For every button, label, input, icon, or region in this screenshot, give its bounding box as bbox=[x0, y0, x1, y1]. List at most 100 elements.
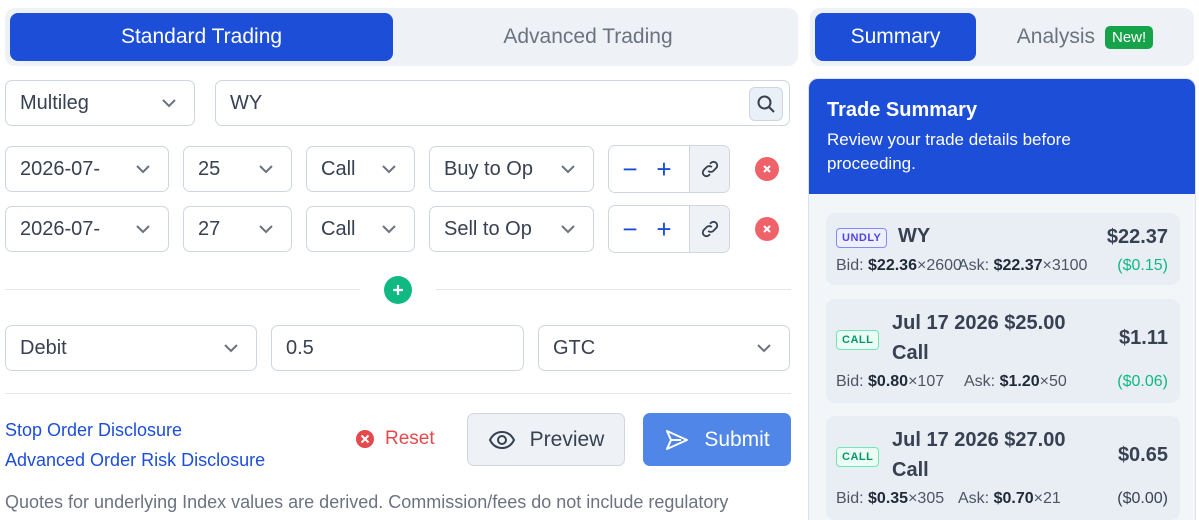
summary-tabs: Summary Analysis New! bbox=[810, 8, 1194, 66]
leg1-expiry-value: 2026-07- bbox=[20, 157, 101, 180]
plus-button[interactable]: + bbox=[651, 206, 677, 252]
leg2-price: $0.65 bbox=[1117, 444, 1168, 466]
close-icon bbox=[763, 165, 771, 173]
link-icon[interactable] bbox=[689, 206, 729, 252]
price-type-select[interactable]: Debit bbox=[5, 325, 257, 371]
trading-mode-tabs: Standard Trading Advanced Trading bbox=[5, 8, 798, 66]
trade-summary-subtitle: Review your trade details before proceed… bbox=[827, 130, 1071, 173]
tab-summary[interactable]: Summary bbox=[815, 13, 976, 61]
price-type-value: Debit bbox=[20, 336, 67, 359]
leg2-type-select[interactable]: Call bbox=[306, 206, 415, 252]
reset-label: Reset bbox=[385, 428, 435, 449]
chevron-down-icon bbox=[134, 220, 152, 238]
reset-button[interactable]: Reset bbox=[355, 428, 435, 450]
leg1-ask: Ask: $1.20×50 bbox=[964, 373, 1067, 390]
undly-tag: UNDLY bbox=[836, 228, 888, 248]
underlying-change: ($0.15) bbox=[1117, 257, 1168, 274]
preview-label: Preview bbox=[529, 427, 605, 451]
reset-icon bbox=[356, 430, 374, 448]
duration-value: GTC bbox=[553, 336, 596, 359]
divider bbox=[5, 289, 360, 290]
call-tag: CALL bbox=[836, 447, 880, 467]
leg2-expiry-value: 2026-07- bbox=[20, 217, 101, 240]
leg1-expiry-select[interactable]: 2026-07- bbox=[5, 146, 169, 192]
chevron-down-icon bbox=[257, 160, 275, 178]
chevron-down-icon bbox=[160, 94, 178, 112]
trade-summary-title: Trade Summary bbox=[827, 99, 978, 121]
divider bbox=[436, 289, 791, 290]
remove-leg1-button[interactable] bbox=[755, 157, 779, 181]
link-icon[interactable] bbox=[689, 146, 729, 192]
leg2-change: ($0.00) bbox=[1117, 490, 1168, 507]
trade-summary-header: Trade Summary Review your trade details … bbox=[809, 79, 1195, 194]
leg2-action-select[interactable]: Sell to Op bbox=[429, 206, 594, 252]
chevron-down-icon bbox=[755, 339, 773, 357]
chevron-down-icon bbox=[222, 339, 240, 357]
trade-summary-panel: Trade Summary Review your trade details … bbox=[808, 78, 1196, 520]
tab-analysis[interactable]: Analysis New! bbox=[1000, 13, 1170, 61]
leg1-strike-select[interactable]: 25 bbox=[183, 146, 292, 192]
close-icon bbox=[763, 225, 771, 233]
preview-button[interactable]: Preview bbox=[467, 413, 625, 466]
summary-card-leg2: CALL Jul 17 2026 $27.00 Call $0.65 Bid: $… bbox=[826, 416, 1180, 520]
leg2-ask: Ask: $0.70×21 bbox=[958, 490, 1061, 507]
remove-leg2-button[interactable] bbox=[755, 217, 779, 241]
tab-analysis-label: Analysis bbox=[1016, 25, 1095, 48]
leg1-type-select[interactable]: Call bbox=[306, 146, 415, 192]
stop-order-disclosure-link[interactable]: Stop Order Disclosure bbox=[5, 420, 182, 441]
chevron-down-icon bbox=[134, 160, 152, 178]
summary-card-leg1: CALL Jul 17 2026 $25.00 Call $1.11 Bid: $… bbox=[826, 299, 1180, 403]
minus-button[interactable]: − bbox=[609, 146, 651, 192]
leg2-action-value: Sell to Op bbox=[444, 217, 532, 240]
leg1-change: ($0.06) bbox=[1117, 373, 1168, 390]
leg1-price: $1.11 bbox=[1119, 327, 1168, 349]
underlying-symbol: WY bbox=[898, 225, 931, 247]
leg1-action-select[interactable]: Buy to Op bbox=[429, 146, 594, 192]
duration-select[interactable]: GTC bbox=[538, 325, 790, 371]
chevron-down-icon bbox=[559, 160, 577, 178]
submit-label: Submit bbox=[704, 427, 770, 451]
leg1-strike-value: 25 bbox=[198, 157, 221, 180]
underlying-ask: Ask: $22.37×3100 bbox=[958, 257, 1088, 274]
plus-icon bbox=[393, 285, 403, 295]
leg2-expiry-select[interactable]: 2026-07- bbox=[5, 206, 169, 252]
add-leg-button[interactable] bbox=[384, 276, 412, 304]
summary-card-underlying: UNDLY WY $22.37 Bid: $22.36×2600 Ask: $2… bbox=[826, 213, 1180, 285]
eye-icon bbox=[488, 430, 515, 449]
limit-price-input[interactable]: 0.5 bbox=[271, 325, 524, 371]
chevron-down-icon bbox=[380, 160, 398, 178]
minus-button[interactable]: − bbox=[609, 206, 651, 252]
underlying-price: $22.37 bbox=[1106, 226, 1168, 248]
tab-standard-trading[interactable]: Standard Trading bbox=[10, 13, 393, 61]
divider bbox=[5, 393, 791, 394]
leg1-bid: Bid: $0.80×107 bbox=[836, 373, 945, 390]
leg2-quantity-stepper[interactable]: − + bbox=[608, 205, 730, 253]
symbol-value: WY bbox=[230, 91, 263, 114]
submit-button[interactable]: Submit bbox=[643, 413, 791, 466]
symbol-input[interactable]: WY bbox=[215, 80, 790, 126]
quotes-footnote: Quotes for underlying Index values are d… bbox=[5, 492, 729, 512]
leg1-contract: Jul 17 2026 $25.00 Call bbox=[892, 312, 1066, 364]
leg1-quantity-stepper[interactable]: − + bbox=[608, 145, 730, 193]
call-tag: CALL bbox=[836, 330, 880, 350]
new-badge: New! bbox=[1105, 25, 1154, 49]
leg2-bid: Bid: $0.35×305 bbox=[836, 490, 945, 507]
chevron-down-icon bbox=[559, 220, 577, 238]
leg1-type-value: Call bbox=[321, 157, 356, 180]
tab-advanced-trading[interactable]: Advanced Trading bbox=[403, 13, 773, 61]
leg2-contract: Jul 17 2026 $27.00 Call bbox=[892, 429, 1066, 481]
strategy-select[interactable]: Multileg bbox=[5, 80, 195, 126]
strategy-value: Multileg bbox=[20, 91, 89, 114]
leg2-strike-value: 27 bbox=[198, 217, 221, 240]
leg1-action-value: Buy to Op bbox=[444, 157, 533, 180]
leg2-type-value: Call bbox=[321, 217, 356, 240]
leg2-strike-select[interactable]: 27 bbox=[183, 206, 292, 252]
chevron-down-icon bbox=[380, 220, 398, 238]
limit-price-value: 0.5 bbox=[286, 336, 314, 359]
advanced-order-risk-disclosure-link[interactable]: Advanced Order Risk Disclosure bbox=[5, 450, 265, 471]
plus-button[interactable]: + bbox=[651, 146, 677, 192]
send-icon bbox=[666, 429, 689, 450]
chevron-down-icon bbox=[257, 220, 275, 238]
search-icon[interactable] bbox=[749, 87, 783, 121]
underlying-bid: Bid: $22.36×2600 bbox=[836, 257, 962, 274]
